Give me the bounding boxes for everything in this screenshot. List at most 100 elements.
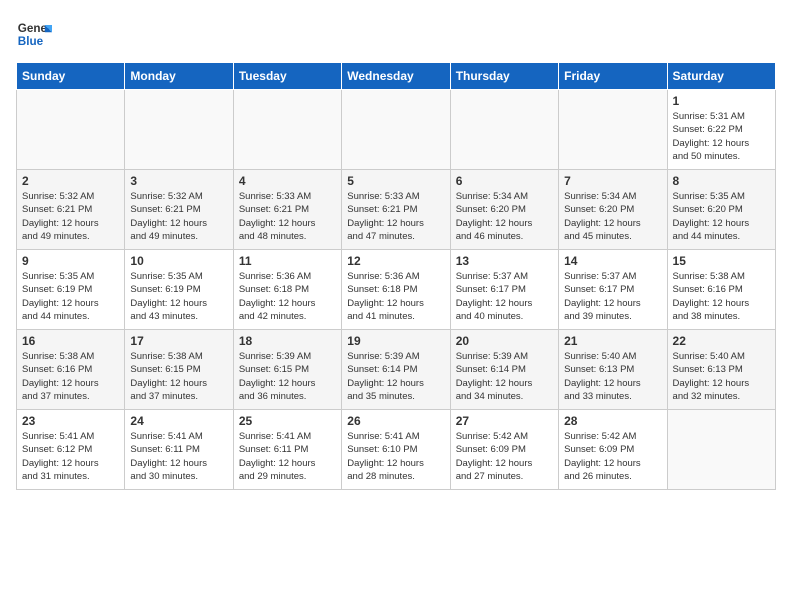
- day-detail: Sunrise: 5:35 AM Sunset: 6:19 PM Dayligh…: [22, 270, 119, 323]
- weekday-header-tuesday: Tuesday: [233, 63, 341, 90]
- day-detail: Sunrise: 5:37 AM Sunset: 6:17 PM Dayligh…: [456, 270, 553, 323]
- calendar-cell: 13 Sunrise: 5:37 AM Sunset: 6:17 PM Dayli…: [450, 250, 558, 330]
- calendar-cell: 17 Sunrise: 5:38 AM Sunset: 6:15 PM Dayli…: [125, 330, 233, 410]
- day-number: 1: [673, 94, 770, 108]
- day-number: 15: [673, 254, 770, 268]
- svg-text:Blue: Blue: [18, 35, 44, 48]
- calendar-cell: 23 Sunrise: 5:41 AM Sunset: 6:12 PM Dayli…: [17, 410, 125, 490]
- calendar-cell: 19Sunrise: 5:39 AM Sunset: 6:14 PM Dayli…: [342, 330, 450, 410]
- day-detail: Sunrise: 5:36 AM Sunset: 6:18 PM Dayligh…: [239, 270, 336, 323]
- day-number: 24: [130, 414, 227, 428]
- day-detail: Sunrise: 5:39 AM Sunset: 6:14 PM Dayligh…: [456, 350, 553, 403]
- day-detail: Sunrise: 5:38 AM Sunset: 6:16 PM Dayligh…: [22, 350, 119, 403]
- calendar-cell: [17, 90, 125, 170]
- day-number: 13: [456, 254, 553, 268]
- day-detail: Sunrise: 5:40 AM Sunset: 6:13 PM Dayligh…: [673, 350, 770, 403]
- day-detail: Sunrise: 5:38 AM Sunset: 6:16 PM Dayligh…: [673, 270, 770, 323]
- calendar-cell: 22 Sunrise: 5:40 AM Sunset: 6:13 PM Dayli…: [667, 330, 775, 410]
- day-number: 10: [130, 254, 227, 268]
- header: General Blue: [16, 16, 776, 52]
- day-number: 17: [130, 334, 227, 348]
- day-detail: Sunrise: 5:42 AM Sunset: 6:09 PM Dayligh…: [456, 430, 553, 483]
- calendar-cell: [450, 90, 558, 170]
- day-detail: Sunrise: 5:37 AM Sunset: 6:17 PM Dayligh…: [564, 270, 661, 323]
- day-detail: Sunrise: 5:31 AM Sunset: 6:22 PM Dayligh…: [673, 110, 770, 163]
- calendar-cell: 3 Sunrise: 5:32 AM Sunset: 6:21 PM Daylig…: [125, 170, 233, 250]
- calendar-cell: 25 Sunrise: 5:41 AM Sunset: 6:11 PM Dayli…: [233, 410, 341, 490]
- day-detail: Sunrise: 5:33 AM Sunset: 6:21 PM Dayligh…: [239, 190, 336, 243]
- calendar-cell: 21 Sunrise: 5:40 AM Sunset: 6:13 PM Dayli…: [559, 330, 667, 410]
- day-number: 6: [456, 174, 553, 188]
- calendar-cell: 16 Sunrise: 5:38 AM Sunset: 6:16 PM Dayli…: [17, 330, 125, 410]
- day-number: 28: [564, 414, 661, 428]
- day-number: 25: [239, 414, 336, 428]
- day-detail: Sunrise: 5:35 AM Sunset: 6:19 PM Dayligh…: [130, 270, 227, 323]
- day-number: 7: [564, 174, 661, 188]
- day-detail: Sunrise: 5:35 AM Sunset: 6:20 PM Dayligh…: [673, 190, 770, 243]
- day-number: 20: [456, 334, 553, 348]
- day-number: 3: [130, 174, 227, 188]
- calendar-cell: 11 Sunrise: 5:36 AM Sunset: 6:18 PM Dayli…: [233, 250, 341, 330]
- day-number: 14: [564, 254, 661, 268]
- calendar-cell: 1 Sunrise: 5:31 AM Sunset: 6:22 PM Daylig…: [667, 90, 775, 170]
- calendar-cell: [233, 90, 341, 170]
- day-number: 11: [239, 254, 336, 268]
- calendar-cell: 6 Sunrise: 5:34 AM Sunset: 6:20 PM Daylig…: [450, 170, 558, 250]
- day-number: 26: [347, 414, 444, 428]
- day-number: 16: [22, 334, 119, 348]
- day-number: 4: [239, 174, 336, 188]
- calendar-cell: 20 Sunrise: 5:39 AM Sunset: 6:14 PM Dayli…: [450, 330, 558, 410]
- calendar-table: SundayMondayTuesdayWednesdayThursdayFrid…: [16, 62, 776, 490]
- day-detail: Sunrise: 5:40 AM Sunset: 6:13 PM Dayligh…: [564, 350, 661, 403]
- day-number: 21: [564, 334, 661, 348]
- calendar-cell: 8 Sunrise: 5:35 AM Sunset: 6:20 PM Daylig…: [667, 170, 775, 250]
- calendar-cell: 18 Sunrise: 5:39 AM Sunset: 6:15 PM Dayli…: [233, 330, 341, 410]
- day-number: 2: [22, 174, 119, 188]
- calendar-cell: 14 Sunrise: 5:37 AM Sunset: 6:17 PM Dayli…: [559, 250, 667, 330]
- day-number: 18: [239, 334, 336, 348]
- calendar-cell: 27 Sunrise: 5:42 AM Sunset: 6:09 PM Dayli…: [450, 410, 558, 490]
- day-number: 12: [347, 254, 444, 268]
- day-detail: Sunrise: 5:32 AM Sunset: 6:21 PM Dayligh…: [22, 190, 119, 243]
- day-detail: Sunrise: 5:36 AM Sunset: 6:18 PM Dayligh…: [347, 270, 444, 323]
- day-detail: Sunrise: 5:39 AM Sunset: 6:14 PM Dayligh…: [347, 350, 444, 403]
- calendar-cell: [342, 90, 450, 170]
- day-number: 23: [22, 414, 119, 428]
- calendar-cell: 5 Sunrise: 5:33 AM Sunset: 6:21 PM Daylig…: [342, 170, 450, 250]
- day-detail: Sunrise: 5:41 AM Sunset: 6:11 PM Dayligh…: [239, 430, 336, 483]
- day-detail: Sunrise: 5:39 AM Sunset: 6:15 PM Dayligh…: [239, 350, 336, 403]
- calendar-cell: 9 Sunrise: 5:35 AM Sunset: 6:19 PM Daylig…: [17, 250, 125, 330]
- day-number: 27: [456, 414, 553, 428]
- day-detail: Sunrise: 5:41 AM Sunset: 6:10 PM Dayligh…: [347, 430, 444, 483]
- calendar-cell: 26 Sunrise: 5:41 AM Sunset: 6:10 PM Dayli…: [342, 410, 450, 490]
- day-detail: Sunrise: 5:34 AM Sunset: 6:20 PM Dayligh…: [456, 190, 553, 243]
- calendar-cell: [125, 90, 233, 170]
- day-detail: Sunrise: 5:33 AM Sunset: 6:21 PM Dayligh…: [347, 190, 444, 243]
- weekday-header-wednesday: Wednesday: [342, 63, 450, 90]
- calendar-cell: 2 Sunrise: 5:32 AM Sunset: 6:21 PM Daylig…: [17, 170, 125, 250]
- day-number: 8: [673, 174, 770, 188]
- calendar-cell: [559, 90, 667, 170]
- weekday-header-saturday: Saturday: [667, 63, 775, 90]
- logo: General Blue: [16, 16, 52, 52]
- weekday-header-friday: Friday: [559, 63, 667, 90]
- day-number: 9: [22, 254, 119, 268]
- calendar-cell: 24 Sunrise: 5:41 AM Sunset: 6:11 PM Dayli…: [125, 410, 233, 490]
- logo-icon: General Blue: [16, 16, 52, 52]
- weekday-header-thursday: Thursday: [450, 63, 558, 90]
- day-detail: Sunrise: 5:32 AM Sunset: 6:21 PM Dayligh…: [130, 190, 227, 243]
- day-detail: Sunrise: 5:41 AM Sunset: 6:11 PM Dayligh…: [130, 430, 227, 483]
- calendar-cell: [667, 410, 775, 490]
- day-number: 22: [673, 334, 770, 348]
- weekday-header-sunday: Sunday: [17, 63, 125, 90]
- weekday-header-monday: Monday: [125, 63, 233, 90]
- day-detail: Sunrise: 5:34 AM Sunset: 6:20 PM Dayligh…: [564, 190, 661, 243]
- calendar-cell: 15 Sunrise: 5:38 AM Sunset: 6:16 PM Dayli…: [667, 250, 775, 330]
- day-number: 5: [347, 174, 444, 188]
- calendar-cell: 7 Sunrise: 5:34 AM Sunset: 6:20 PM Daylig…: [559, 170, 667, 250]
- day-detail: Sunrise: 5:41 AM Sunset: 6:12 PM Dayligh…: [22, 430, 119, 483]
- day-detail: Sunrise: 5:38 AM Sunset: 6:15 PM Dayligh…: [130, 350, 227, 403]
- calendar-cell: 12 Sunrise: 5:36 AM Sunset: 6:18 PM Dayli…: [342, 250, 450, 330]
- calendar-cell: 10 Sunrise: 5:35 AM Sunset: 6:19 PM Dayli…: [125, 250, 233, 330]
- calendar-cell: 4 Sunrise: 5:33 AM Sunset: 6:21 PM Daylig…: [233, 170, 341, 250]
